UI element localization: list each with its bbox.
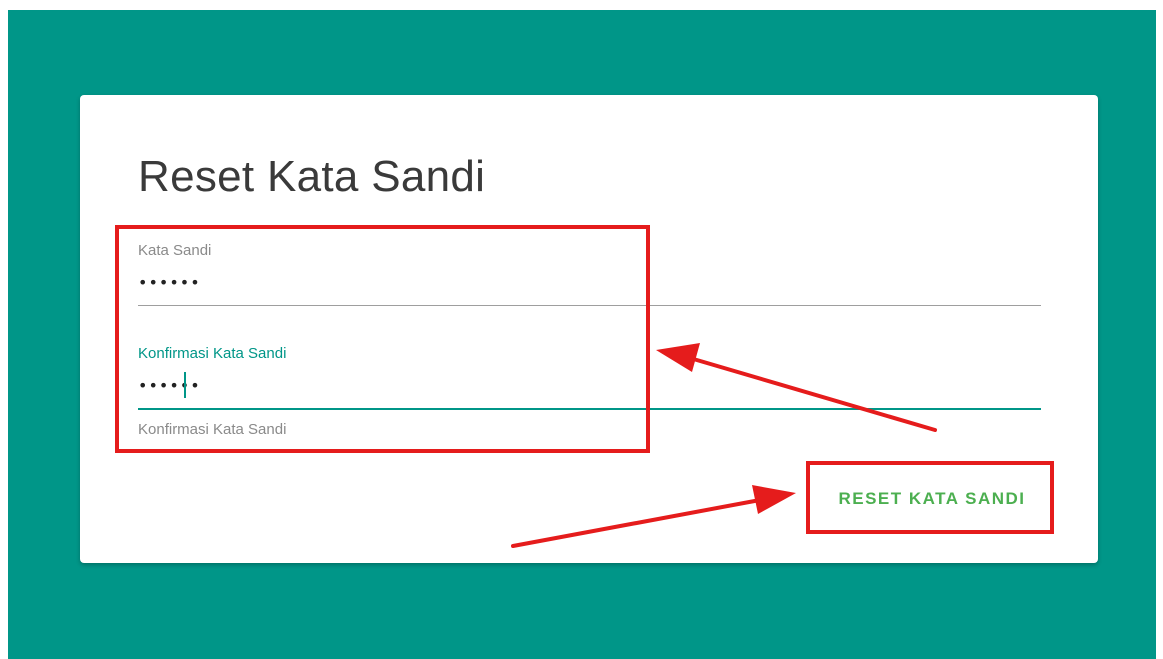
- text-caret: [184, 372, 186, 398]
- page-title: Reset Kata Sandi: [138, 152, 486, 201]
- confirm-password-underline: [138, 408, 1041, 410]
- confirm-password-helper-text: Konfirmasi Kata Sandi: [138, 421, 287, 438]
- password-underline: [138, 305, 1041, 306]
- reset-password-button[interactable]: RESET KATA SANDI: [812, 468, 1052, 530]
- password-field[interactable]: [138, 267, 1038, 297]
- password-label: Kata Sandi: [138, 242, 212, 259]
- confirm-password-field[interactable]: [138, 370, 1038, 400]
- confirm-password-label: Konfirmasi Kata Sandi: [138, 345, 287, 362]
